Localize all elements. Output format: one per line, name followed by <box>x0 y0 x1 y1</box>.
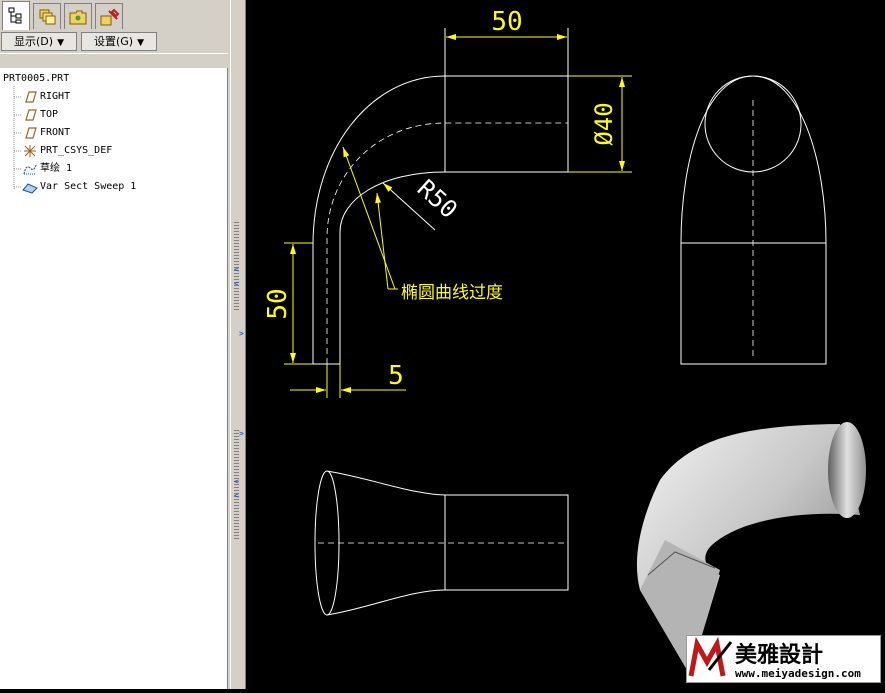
dropdown-arrow-icon: ▼ <box>57 38 64 48</box>
brand-logo-icon: 美雅設計 www.meiyadesign.com <box>688 636 861 680</box>
note-leader-2 <box>375 192 389 290</box>
settings-menu-label: 设置(G) <box>93 35 134 48</box>
tree-item-label: PRT_CSYS_DEF <box>40 145 113 156</box>
settings-menu-button[interactable]: 设置(G) ▼ <box>81 32 157 51</box>
datum-plane-icon <box>25 91 37 103</box>
tree-item-right[interactable]: RIGHT <box>22 90 70 104</box>
tree-item-label: Var Sect Sweep 1 <box>40 181 137 192</box>
folder-icon <box>69 10 87 25</box>
collapse-left-icon[interactable]: < <box>234 280 239 288</box>
watermark-logo: 美雅設計 www.meiyadesign.com <box>686 635 881 683</box>
expand-right-icon[interactable]: > <box>239 330 244 338</box>
tree-item-csys[interactable]: PRT_CSYS_DEF <box>22 144 112 158</box>
layers-icon <box>39 9 56 25</box>
model-tree[interactable]: PRT0005.PRT RIGHT TOP FRONT PRT_CSYS_DEF… <box>0 68 228 689</box>
note-leader-1 <box>342 146 396 290</box>
front-view <box>284 28 632 398</box>
expand-right-icon[interactable]: > <box>239 430 244 438</box>
datum-plane-icon <box>25 109 37 121</box>
layers-tab[interactable] <box>33 3 61 29</box>
collapse-left-icon[interactable]: < <box>234 478 239 486</box>
graphics-window[interactable]: 50 Ø40 50 5 R50 椭圆曲线过度 美雅設計 www.meiyades… <box>246 0 885 689</box>
tree-item-label: 草绘 1 <box>40 163 73 174</box>
navigator-panel: 显示(D) ▼ 设置(G) ▼ PRT0005.PRT RIGHT TOP FRON… <box>0 0 230 689</box>
show-menu-label: 显示(D) <box>14 35 54 48</box>
collapse-left-icon[interactable]: < <box>234 492 239 500</box>
brand-name: 美雅設計 <box>735 642 823 668</box>
tree-item-label: RIGHT <box>40 91 71 102</box>
dropdown-arrow-icon: ▼ <box>137 38 145 48</box>
tree-item-sketch[interactable]: 草绘 1 <box>22 162 72 176</box>
tree-item-top[interactable]: TOP <box>22 108 58 122</box>
tree-item-label: TOP <box>40 109 59 120</box>
model-tree-icon <box>8 7 22 24</box>
folder-browser-tab[interactable] <box>64 3 92 29</box>
bottom-extension-lines <box>326 364 341 398</box>
tree-header-bar <box>0 53 228 69</box>
tree-item-front[interactable]: FRONT <box>22 126 70 140</box>
side-outline <box>680 75 827 365</box>
datum-plane-icon <box>25 127 37 139</box>
tools-icon <box>100 8 120 26</box>
collapse-left-icon[interactable]: < <box>234 266 239 274</box>
favorites-tab[interactable] <box>95 3 123 29</box>
tree-item-sweep[interactable]: Var Sect Sweep 1 <box>22 180 136 194</box>
navigator-tabs <box>0 0 230 30</box>
dim-left-text: 50 <box>263 288 293 319</box>
navigator-menubar: 显示(D) ▼ 设置(G) ▼ <box>0 31 230 53</box>
dim-top-text: 50 <box>491 7 522 37</box>
sweep-icon <box>22 183 38 194</box>
show-menu-button[interactable]: 显示(D) ▼ <box>1 32 77 51</box>
panel-splitter[interactable]: < < > > < < <box>230 0 246 689</box>
top-view <box>314 470 569 616</box>
dimension-texts: 50 Ø40 50 5 R50 椭圆曲线过度 <box>263 7 618 391</box>
tree-item-label: FRONT <box>40 127 71 138</box>
brand-url: www.meiyadesign.com <box>735 667 861 680</box>
centerline <box>326 122 568 364</box>
sketch-icon <box>23 164 37 175</box>
model-tree-tab[interactable] <box>2 1 30 30</box>
csys-icon <box>24 145 36 157</box>
transition-note: 椭圆曲线过度 <box>401 283 503 303</box>
dim-bottom-text: 5 <box>388 361 404 391</box>
side-view <box>680 75 827 365</box>
cad-drawing: 50 Ø40 50 5 R50 椭圆曲线过度 <box>263 7 866 675</box>
dim-dia-text: Ø40 <box>590 102 618 145</box>
